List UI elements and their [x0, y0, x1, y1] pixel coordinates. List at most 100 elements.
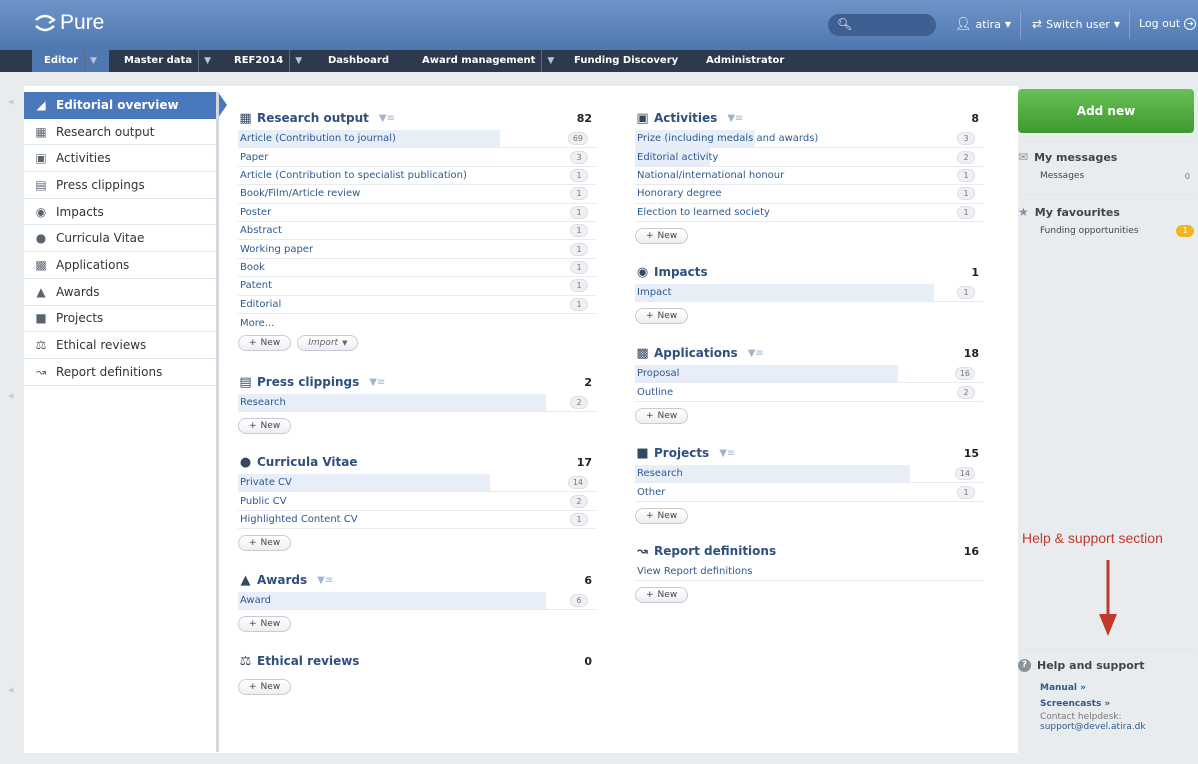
section-title[interactable]: Ethical reviews — [257, 654, 359, 668]
pure-logo-icon — [35, 14, 56, 32]
list-item[interactable]: Research 14 — [635, 465, 983, 484]
new-button[interactable]: + New — [238, 535, 292, 552]
list-item-label: Impact — [637, 287, 672, 299]
search-input[interactable]: 🔍︎ — [828, 14, 936, 36]
switch-user-menu[interactable]: ⇄ Switch user ▼ — [1032, 11, 1131, 39]
nav-editor[interactable]: Editor ▼ — [32, 50, 109, 72]
section-title[interactable]: Applications — [654, 346, 738, 360]
sidebar-item-curricula-vitae[interactable]: ● Curricula Vitae — [24, 225, 218, 253]
section-title[interactable]: Report definitions — [654, 544, 776, 558]
nav-ref2014[interactable]: REF2014 ▼ — [234, 50, 302, 72]
sidebar-item-applications[interactable]: ▩ Applications — [24, 252, 218, 279]
chevron-down-icon[interactable]: ▼ — [541, 50, 554, 72]
list-item[interactable]: Research 2 — [238, 394, 596, 413]
list-item[interactable]: Other 1 — [635, 483, 983, 502]
list-item[interactable]: National/international honour 1 — [635, 167, 983, 186]
section-header: ⚖︎ Ethical reviews 0 — [238, 651, 596, 671]
section-title[interactable]: Curricula Vitae — [257, 455, 358, 469]
new-button[interactable]: + New — [238, 334, 292, 351]
new-button[interactable]: + New — [238, 418, 292, 435]
help-annotation: Help & support section — [1022, 530, 1163, 546]
list-item[interactable]: Abstract 1 — [238, 222, 596, 241]
list-item[interactable]: Working paper 1 — [238, 240, 596, 259]
favourites-row[interactable]: Funding opportunities 1 — [1018, 223, 1194, 239]
sidebar-item-research-output[interactable]: ▦ Research output — [24, 119, 218, 146]
collapse-arrow-icon[interactable]: ◀ — [8, 98, 13, 106]
list-item[interactable]: Award 6 — [238, 592, 596, 611]
pure-logo[interactable]: Pure — [34, 11, 104, 35]
collapse-arrow-icon[interactable]: ◀ — [8, 392, 13, 400]
user-menu[interactable]: 👤︎ atira ▼ — [955, 11, 1022, 39]
messages-row[interactable]: Messages 0 — [1018, 168, 1194, 184]
new-button[interactable]: + New — [635, 308, 689, 325]
list-item[interactable]: Book 1 — [238, 259, 596, 278]
sidebar-item-editorial-overview[interactable]: ◢ Editorial overview — [24, 92, 227, 119]
section-title[interactable]: Projects — [654, 446, 709, 460]
count-badge: 1 — [570, 512, 588, 526]
chevron-down-icon[interactable]: ▼ — [289, 50, 302, 72]
new-button[interactable]: + New — [635, 227, 689, 244]
section-title[interactable]: Research output — [257, 111, 369, 125]
chevron-down-icon[interactable]: ▼ — [198, 50, 211, 72]
sidebar-item-awards[interactable]: ▲ Awards — [24, 279, 218, 306]
sort-icon[interactable]: ▼≡ — [748, 348, 764, 359]
list-item[interactable]: Outline 2 — [635, 383, 983, 402]
collapse-arrow-icon[interactable]: ◀ — [8, 686, 13, 694]
list-item[interactable]: Highlighted Content CV 1 — [238, 511, 596, 530]
sidebar-item-press-clippings[interactable]: ▤ Press clippings — [24, 172, 218, 199]
new-button[interactable]: + New — [635, 587, 689, 604]
envelope-icon: ✉︎ — [1018, 150, 1029, 164]
nav-administrator[interactable]: Administrator — [706, 50, 784, 72]
section-title[interactable]: Activities — [654, 111, 717, 125]
list-item[interactable]: Public CV 2 — [238, 492, 596, 511]
list-item[interactable]: Patent 1 — [238, 277, 596, 296]
sort-icon[interactable]: ▼≡ — [369, 377, 385, 388]
list-item[interactable]: Poster 1 — [238, 204, 596, 222]
sort-icon[interactable]: ▼≡ — [719, 448, 735, 459]
helpdesk-email-link[interactable]: support@devel.atira.dk — [1018, 722, 1194, 732]
sidebar-item-projects[interactable]: ■ Projects — [24, 306, 218, 333]
sort-icon[interactable]: ▼≡ — [727, 113, 743, 124]
list-item[interactable]: Election to learned society 1 — [635, 204, 983, 222]
manual-link[interactable]: Manual » — [1018, 680, 1194, 696]
list-item[interactable]: Prize (including medals and awards) 3 — [635, 130, 983, 149]
screencasts-link[interactable]: Screencasts » — [1018, 696, 1194, 712]
more-link[interactable]: More... — [238, 318, 596, 329]
chevron-down-icon[interactable]: ▼ — [84, 50, 97, 72]
new-button[interactable]: + New — [238, 616, 292, 633]
add-new-button[interactable]: Add new — [1018, 89, 1194, 133]
list-item[interactable]: Article (Contribution to specialist publ… — [238, 167, 596, 186]
list-item[interactable]: Honorary degree 1 — [635, 185, 983, 204]
sidebar-item-activities[interactable]: ▣ Activities — [24, 145, 218, 173]
section-report-definitions: ↝ Report definitions 16 View Report defi… — [635, 541, 983, 604]
new-button[interactable]: + New — [635, 507, 689, 524]
section-title[interactable]: Press clippings — [257, 375, 359, 389]
list-item[interactable]: Article (Contribution to journal) 69 — [238, 130, 596, 149]
list-item-label: Prize (including medals and awards) — [637, 133, 819, 145]
sidebar-item-ethical-reviews[interactable]: ⚖︎ Ethical reviews — [24, 332, 218, 359]
sort-icon[interactable]: ▼≡ — [379, 113, 395, 124]
list-item[interactable]: Editorial 1 — [238, 296, 596, 314]
list-item[interactable]: View Report definitions — [635, 563, 983, 582]
sidebar-item-impacts[interactable]: ◉ Impacts — [24, 199, 218, 226]
nav-funding-discovery[interactable]: Funding Discovery — [574, 50, 678, 72]
sort-icon[interactable]: ▼≡ — [317, 575, 333, 586]
nav-award-management[interactable]: Award management ▼ — [422, 50, 554, 72]
sidebar-item-label: Impacts — [56, 204, 104, 219]
section-title[interactable]: Awards — [257, 573, 307, 587]
new-button[interactable]: + New — [238, 679, 292, 695]
divider — [1018, 649, 1194, 650]
list-item[interactable]: Editorial activity 2 — [635, 148, 983, 167]
nav-dashboard[interactable]: Dashboard — [328, 50, 389, 72]
nav-master-data[interactable]: Master data ▼ — [124, 50, 211, 72]
section-title[interactable]: Impacts — [654, 265, 708, 279]
list-item[interactable]: Paper 3 — [238, 148, 596, 167]
list-item[interactable]: Proposal 16 — [635, 365, 983, 384]
list-item[interactable]: Impact 1 — [635, 284, 983, 303]
import-button[interactable]: Import ▼ — [297, 334, 359, 351]
new-button[interactable]: + New — [635, 407, 689, 424]
list-item[interactable]: Private CV 14 — [238, 474, 596, 493]
list-item[interactable]: Book/Film/Article review 1 — [238, 185, 596, 204]
logout-button[interactable]: Log out ➜ — [1139, 17, 1197, 30]
sidebar-item-report-definitions[interactable]: ↝ Report definitions — [24, 359, 218, 386]
